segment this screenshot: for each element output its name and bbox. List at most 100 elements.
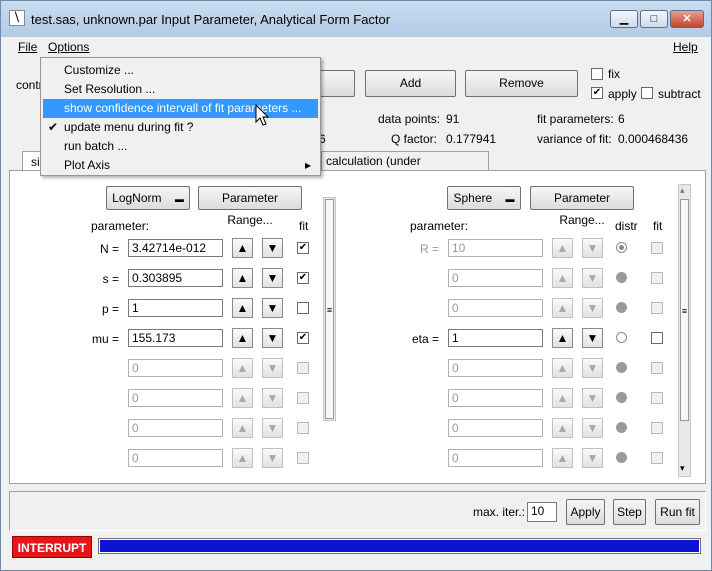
scroll-up-icon[interactable]: ▴ bbox=[680, 185, 685, 196]
decrease-button[interactable]: ▼ bbox=[262, 328, 283, 348]
increase-button[interactable]: ▲ bbox=[232, 418, 253, 438]
increase-button[interactable]: ▲ bbox=[552, 238, 573, 258]
decrease-button[interactable]: ▼ bbox=[582, 358, 603, 378]
right-scrollbar[interactable]: ▴ ≡ ▾ bbox=[678, 184, 691, 477]
decrease-button[interactable]: ▼ bbox=[582, 238, 603, 258]
right-fit-checkbox[interactable] bbox=[651, 392, 663, 404]
decrease-button[interactable]: ▼ bbox=[582, 268, 603, 288]
left-scroll-thumb[interactable]: ≡ bbox=[325, 199, 334, 419]
right-fit-checkbox[interactable] bbox=[651, 242, 663, 254]
minimize-button[interactable]: ▁ bbox=[610, 10, 638, 28]
tab-calculation[interactable]: calculation (under construction) bbox=[321, 151, 489, 182]
distribution-select[interactable]: LogNorm ▬ bbox=[106, 186, 190, 210]
form-factor-select[interactable]: Sphere ▬ bbox=[447, 186, 521, 210]
left-param-input[interactable]: 0 bbox=[128, 389, 223, 407]
increase-button[interactable]: ▲ bbox=[232, 328, 253, 348]
decrease-button[interactable]: ▼ bbox=[262, 298, 283, 318]
right-param-input[interactable]: 10 bbox=[448, 239, 543, 257]
decrease-button[interactable]: ▼ bbox=[262, 358, 283, 378]
right-fit-checkbox[interactable] bbox=[651, 422, 663, 434]
decrease-button[interactable]: ▼ bbox=[582, 448, 603, 468]
decrease-button[interactable]: ▼ bbox=[582, 418, 603, 438]
step-button[interactable]: Step bbox=[613, 499, 646, 525]
add-button[interactable]: Add bbox=[365, 70, 456, 97]
left-scrollbar[interactable]: ≡ bbox=[323, 197, 336, 421]
increase-button[interactable]: ▲ bbox=[552, 268, 573, 288]
distr-radio[interactable] bbox=[616, 332, 627, 343]
close-button[interactable]: ✕ bbox=[670, 10, 704, 28]
decrease-button[interactable]: ▼ bbox=[262, 238, 283, 258]
subtract-checkbox[interactable] bbox=[641, 87, 653, 99]
left-fit-checkbox[interactable]: ✔ bbox=[297, 242, 309, 254]
distr-radio[interactable] bbox=[616, 422, 627, 433]
right-param-input[interactable]: 0 bbox=[448, 449, 543, 467]
increase-button[interactable]: ▲ bbox=[232, 238, 253, 258]
left-fit-checkbox[interactable] bbox=[297, 422, 309, 434]
decrease-button[interactable]: ▼ bbox=[582, 328, 603, 348]
left-param-input[interactable]: 0 bbox=[128, 449, 223, 467]
increase-button[interactable]: ▲ bbox=[552, 388, 573, 408]
increase-button[interactable]: ▲ bbox=[552, 358, 573, 378]
increase-button[interactable]: ▲ bbox=[552, 298, 573, 318]
increase-button[interactable]: ▲ bbox=[552, 448, 573, 468]
left-fit-checkbox[interactable]: ✔ bbox=[297, 332, 309, 344]
max-iter-input[interactable]: 10 bbox=[527, 502, 557, 522]
menu-item-confidence-interval[interactable]: show confidence intervall of fit paramet… bbox=[43, 99, 318, 118]
menu-item-run-batch[interactable]: run batch ... bbox=[43, 137, 318, 156]
right-param-input[interactable]: 0 bbox=[448, 419, 543, 437]
left-fit-checkbox[interactable] bbox=[297, 362, 309, 374]
menu-options[interactable]: Options bbox=[48, 40, 89, 54]
increase-button[interactable]: ▲ bbox=[232, 358, 253, 378]
distr-radio[interactable] bbox=[616, 272, 627, 283]
right-fit-checkbox[interactable] bbox=[651, 332, 663, 344]
left-fit-checkbox[interactable]: ✔ bbox=[297, 272, 309, 284]
decrease-button[interactable]: ▼ bbox=[582, 298, 603, 318]
decrease-button[interactable]: ▼ bbox=[262, 418, 283, 438]
right-fit-checkbox[interactable] bbox=[651, 362, 663, 374]
left-fit-checkbox[interactable] bbox=[297, 302, 309, 314]
apply-checkbox[interactable]: ✔ bbox=[591, 87, 603, 99]
scroll-down-icon[interactable]: ▾ bbox=[680, 463, 685, 474]
decrease-button[interactable]: ▼ bbox=[582, 388, 603, 408]
right-scroll-thumb[interactable]: ≡ bbox=[680, 199, 689, 421]
increase-button[interactable]: ▲ bbox=[232, 298, 253, 318]
left-param-input[interactable]: 1 bbox=[128, 299, 223, 317]
distr-radio[interactable] bbox=[616, 242, 627, 253]
increase-button[interactable]: ▲ bbox=[232, 268, 253, 288]
right-param-range-button[interactable]: Parameter Range... bbox=[530, 186, 634, 227]
right-param-input[interactable]: 0 bbox=[448, 269, 543, 287]
right-fit-checkbox[interactable] bbox=[651, 302, 663, 314]
right-param-input[interactable]: 0 bbox=[448, 389, 543, 407]
left-param-input[interactable]: 0.303895 bbox=[128, 269, 223, 287]
right-param-input[interactable]: 1 bbox=[448, 329, 543, 347]
left-param-input[interactable]: 0 bbox=[128, 359, 223, 377]
distr-radio[interactable] bbox=[616, 302, 627, 313]
remove-button[interactable]: Remove bbox=[465, 70, 578, 97]
right-fit-checkbox[interactable] bbox=[651, 452, 663, 464]
increase-button[interactable]: ▲ bbox=[552, 418, 573, 438]
interrupt-button[interactable]: INTERRUPT bbox=[12, 536, 92, 558]
right-param-input[interactable]: 0 bbox=[448, 299, 543, 317]
menu-help[interactable]: Help bbox=[673, 40, 698, 54]
menu-file[interactable]: File bbox=[18, 40, 37, 54]
left-param-range-button[interactable]: Parameter Range... bbox=[198, 186, 302, 227]
fix-checkbox[interactable] bbox=[591, 68, 603, 80]
distr-radio[interactable] bbox=[616, 362, 627, 373]
apply-button[interactable]: Apply bbox=[566, 499, 605, 525]
menu-item-plot-axis[interactable]: Plot Axis ▸ bbox=[43, 156, 318, 175]
increase-button[interactable]: ▲ bbox=[552, 328, 573, 348]
right-fit-checkbox[interactable] bbox=[651, 272, 663, 284]
menu-item-set-resolution[interactable]: Set Resolution ... bbox=[43, 80, 318, 99]
partial-button[interactable] bbox=[319, 70, 355, 97]
increase-button[interactable]: ▲ bbox=[232, 448, 253, 468]
left-param-input[interactable]: 155.173 bbox=[128, 329, 223, 347]
run-fit-button[interactable]: Run fit bbox=[655, 499, 700, 525]
increase-button[interactable]: ▲ bbox=[232, 388, 253, 408]
distr-radio[interactable] bbox=[616, 392, 627, 403]
title-bar[interactable]: \ test.sas, unknown.par Input Parameter,… bbox=[1, 1, 711, 37]
menu-item-customize[interactable]: Customize ... bbox=[43, 61, 318, 80]
maximize-button[interactable]: □ bbox=[640, 10, 668, 28]
left-param-input[interactable]: 0 bbox=[128, 419, 223, 437]
right-param-input[interactable]: 0 bbox=[448, 359, 543, 377]
decrease-button[interactable]: ▼ bbox=[262, 448, 283, 468]
